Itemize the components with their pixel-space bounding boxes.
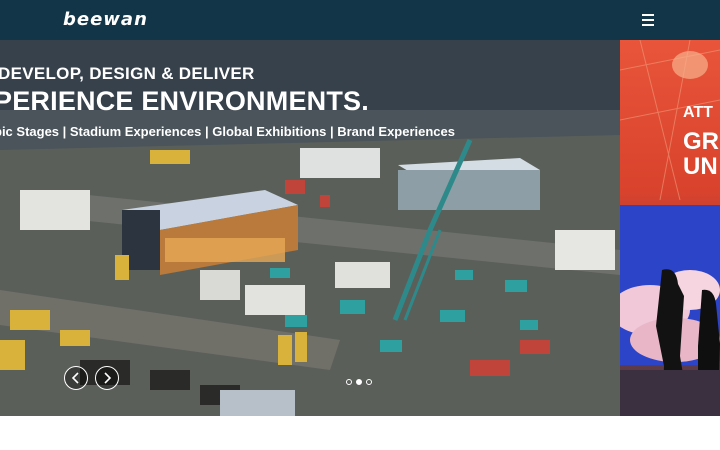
hero-headline-main: PERIENCE ENVIRONMENTS. <box>0 86 369 116</box>
site-header: beewan <box>0 0 720 40</box>
slider-dot-2[interactable] <box>356 379 362 385</box>
slider-pagination <box>346 379 376 387</box>
hero-slide-current: DEVELOP, DESIGN & DELIVER PERIENCE ENVIR… <box>0 40 620 416</box>
next-slide-heading-3: UN <box>683 153 718 180</box>
next-slide-heading-1: ATT <box>683 104 713 121</box>
slider-prev-button[interactable] <box>64 366 88 390</box>
hero-slide-next: ATT GR UN <box>620 40 720 416</box>
dome-stage-image <box>620 40 720 416</box>
next-slide-heading-2: GR <box>683 128 719 155</box>
chevron-right-icon <box>104 372 112 384</box>
hero-slider: DEVELOP, DESIGN & DELIVER PERIENCE ENVIR… <box>0 40 720 416</box>
slider-dot-3[interactable] <box>366 379 372 385</box>
brand-logo[interactable]: beewan <box>63 9 148 30</box>
hero-services-line: pic Stages | Stadium Experiences | Globa… <box>0 124 455 139</box>
chevron-left-icon <box>71 372 79 384</box>
hero-headline-top: DEVELOP, DESIGN & DELIVER <box>0 64 255 83</box>
slider-next-button[interactable] <box>95 366 119 390</box>
slider-dot-1[interactable] <box>346 379 352 385</box>
hamburger-menu-icon[interactable] <box>640 13 658 27</box>
